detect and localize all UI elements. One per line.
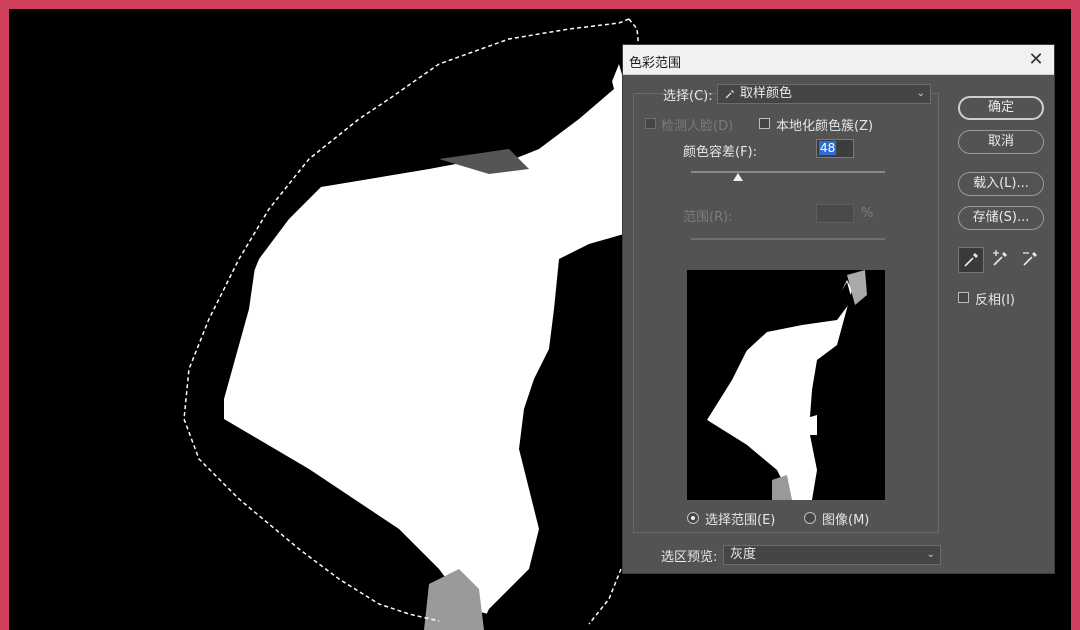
localized-clusters-checkbox[interactable]	[759, 118, 770, 129]
load-button[interactable]: 载入(L)...	[958, 172, 1044, 196]
fuzziness-slider-thumb[interactable]	[732, 173, 743, 181]
eyedropper-minus-tool[interactable]	[1018, 247, 1044, 273]
radio-image[interactable]	[804, 512, 816, 524]
select-dropdown[interactable]: 取样颜色 ⌄	[717, 84, 931, 104]
range-unit: %	[861, 206, 874, 221]
fuzziness-input[interactable]: 48	[816, 139, 854, 158]
color-range-dialog: 色彩范围 ✕ 选择(C): 取样颜色 ⌄ 检测人脸(D) 本地化颜色簇(Z) 颜…	[622, 44, 1055, 574]
detect-faces-label: 检测人脸(D)	[661, 119, 734, 134]
fuzziness-value: 48	[819, 141, 837, 155]
preview-mode-dropdown[interactable]: 灰度 ⌄	[723, 545, 941, 565]
select-label: 选择(C):	[663, 89, 713, 104]
chevron-down-icon: ⌄	[916, 88, 925, 99]
eyedropper-plus-icon	[993, 250, 1007, 266]
dialog-title: 色彩范围	[629, 56, 682, 71]
radio-selection-label: 选择范围(E)	[705, 513, 776, 528]
select-value: 取样颜色	[740, 86, 793, 101]
close-icon[interactable]: ✕	[1024, 48, 1048, 72]
preview-mask-image	[687, 270, 877, 500]
radio-image-label: 图像(M)	[822, 513, 870, 528]
chevron-down-icon: ⌄	[926, 549, 935, 560]
eyedropper-icon	[725, 90, 734, 99]
fuzziness-label: 颜色容差(F):	[683, 145, 758, 160]
save-button[interactable]: 存储(S)...	[958, 206, 1044, 230]
radio-selection[interactable]	[687, 512, 699, 524]
invert-checkbox[interactable]	[958, 292, 969, 303]
invert-label: 反相(I)	[975, 293, 1015, 308]
fuzziness-slider-track[interactable]	[691, 171, 885, 173]
preview-mode-value: 灰度	[730, 547, 757, 562]
detect-faces-checkbox[interactable]	[645, 118, 656, 129]
range-slider-track[interactable]	[691, 238, 885, 240]
localized-clusters-label: 本地化颜色簇(Z)	[776, 119, 874, 134]
eyedropper-minus-icon	[1023, 252, 1037, 266]
eyedropper-plus-tool[interactable]	[988, 247, 1014, 273]
eyedropper-icon	[964, 253, 978, 267]
dialog-titlebar[interactable]: 色彩范围 ✕	[623, 45, 1054, 75]
preview-mode-label: 选区预览:	[661, 550, 718, 565]
selection-preview	[687, 270, 885, 500]
range-input[interactable]	[816, 204, 854, 223]
ok-button[interactable]: 确定	[958, 96, 1044, 120]
eyedropper-tool[interactable]	[958, 247, 984, 273]
range-label: 范围(R):	[683, 210, 733, 225]
cancel-button[interactable]: 取消	[958, 130, 1044, 154]
